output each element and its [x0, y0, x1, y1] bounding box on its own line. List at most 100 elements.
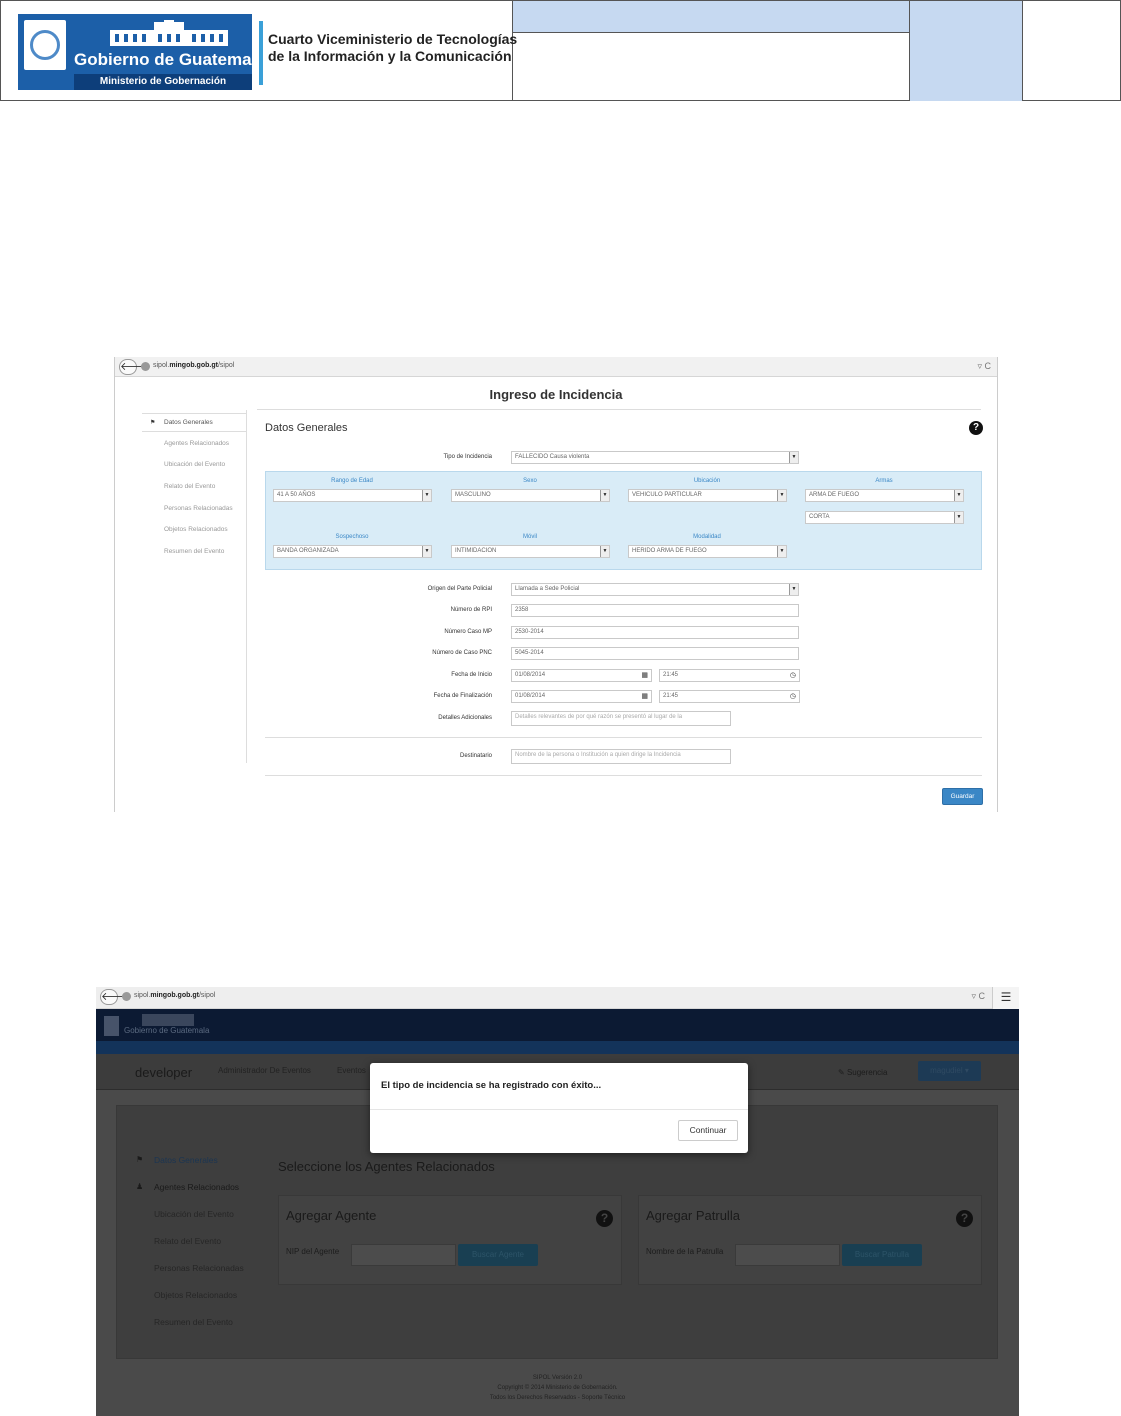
detalles-textarea[interactable]: Detalles relevantes de por qué razón se … [511, 711, 731, 726]
footer-version: SIPOL Versión 2.0 [532, 1375, 583, 1381]
agregar-patrulla-title: Agregar Patrulla [646, 1208, 740, 1223]
patrulla-label: Nombre de la Patrulla [646, 1247, 724, 1256]
select-value: ARMA DE FUEGO [809, 492, 860, 498]
dropdown-arrow-icon: ▼ [600, 490, 609, 501]
modal-message: El tipo de incidencia se ha registrado c… [381, 1080, 602, 1091]
reload-icon[interactable]: ▿ C [971, 991, 985, 1002]
help-icon[interactable]: ? [969, 421, 983, 435]
url-text[interactable]: sipol.mingob.gob.gt/sipol [134, 992, 215, 999]
nav-admin-eventos[interactable]: Administrador De Eventos [218, 1066, 311, 1075]
sidebar-item-ubicacion[interactable]: Ubicación del Evento [154, 1209, 234, 1219]
sexo-head: Sexo [523, 478, 537, 484]
dropdown-arrow-icon: ▼ [777, 490, 786, 501]
sidebar-item-datos-generales[interactable]: ⚑ Datos Generales [142, 413, 247, 432]
fin-date-input[interactable]: 01/08/2014 ▦ [511, 690, 652, 703]
hamburger-menu-icon[interactable]: ☰ [992, 987, 1019, 1009]
sidebar-item-relato[interactable]: Relato del Evento [154, 1236, 221, 1246]
sidebar-item-label: Datos Generales [164, 419, 213, 426]
logo-ministry: Ministerio de Gobernación [74, 74, 252, 90]
armas-tipo-select[interactable]: CORTA ▼ [805, 511, 964, 524]
agentes-heading: Seleccione los Agentes Relacionados [278, 1159, 495, 1174]
sidebar-item-objetos[interactable]: Objetos Relacionados [154, 1290, 237, 1300]
clock-icon[interactable]: ◷ [790, 691, 796, 702]
sidebar-item-datos-generales[interactable]: Datos Generales [154, 1155, 218, 1165]
footer-rights[interactable]: Todos los Derechos Reservados - Soporte … [96, 1395, 1019, 1401]
inicio-date-input[interactable]: 01/08/2014 ▦ [511, 669, 652, 682]
dropdown-arrow-icon: ▼ [422, 546, 431, 557]
sugerencia-link[interactable]: ✎ Sugerencia [838, 1068, 887, 1077]
agregar-patrulla-panel: Agregar Patrulla ? Nombre de la Patrulla… [638, 1195, 982, 1285]
url-text[interactable]: sipol.mingob.gob.gt/sipol [153, 362, 234, 369]
header-cell-code [909, 1, 1022, 101]
fin-time-input[interactable]: 21:45 ◷ [659, 690, 800, 703]
user-icon: ♟ [136, 1182, 144, 1191]
screenshot-ingreso-incidencia: 🡐 sipol.mingob.gob.gt/sipol ▿ C Ingreso … [114, 357, 998, 812]
browser-address-bar: 🡐 sipol.mingob.gob.gt/sipol ▿ C [115, 357, 997, 377]
patrulla-input[interactable] [735, 1244, 840, 1266]
page-title: Ingreso de Incidencia [489, 387, 623, 402]
header-cell-title [512, 1, 909, 33]
clock-icon[interactable]: ◷ [790, 670, 796, 681]
navbar-brand[interactable]: developer [135, 1065, 192, 1080]
back-arrow-icon[interactable]: 🡐 [100, 989, 131, 1005]
sidebar-item-resumen[interactable]: Resumen del Evento [154, 1317, 233, 1327]
footer-copyright: Copyright © 2014 Ministerio de Gobernaci… [497, 1385, 618, 1391]
form-divider-2 [265, 775, 982, 776]
origen-select[interactable]: Llamada a Sede Policial ▼ [511, 583, 799, 596]
form-divider [265, 737, 982, 738]
sospechoso-head: Sospechoso [335, 534, 369, 540]
back-arrow-icon[interactable]: 🡐 [119, 359, 150, 375]
sidebar-item-ubicacion[interactable]: Ubicación del Evento [142, 461, 247, 468]
movil-select[interactable]: INTIMIDACION ▼ [451, 545, 610, 558]
rpi-label: Número de RPI [450, 607, 492, 613]
inicio-time-input[interactable]: 21:45 ◷ [659, 669, 800, 682]
continuar-button[interactable]: Continuar [678, 1120, 738, 1141]
rango-head: Rango de Edad [331, 478, 373, 484]
sospechoso-select[interactable]: BANDA ORGANIZADA ▼ [273, 545, 432, 558]
sidebar: ⚑ Datos Generales Agentes Relacionados Ub… [142, 410, 247, 763]
inicio-label: Fecha de Inicio [451, 672, 492, 678]
nav-eventos[interactable]: Eventos [337, 1066, 366, 1075]
select-value: 41 A 50 AÑOS [277, 492, 316, 498]
calendar-icon[interactable]: ▦ [641, 691, 648, 702]
calendar-icon[interactable]: ▦ [641, 670, 648, 681]
help-icon[interactable]: ? [956, 1210, 973, 1227]
rango-select[interactable]: 41 A 50 AÑOS ▼ [273, 489, 432, 502]
agregar-agente-title: Agregar Agente [286, 1208, 377, 1223]
nip-input[interactable] [351, 1244, 456, 1266]
sidebar-item-agentes[interactable]: Agentes Relacionados [154, 1182, 239, 1192]
help-icon[interactable]: ? [596, 1210, 613, 1227]
vice-line-2: de la Información y la Comunicación [268, 48, 512, 64]
sidebar-item-personas[interactable]: Personas Relacionadas [142, 505, 247, 512]
guardar-button[interactable]: Guardar [942, 788, 983, 805]
modalidad-select[interactable]: HERIDO ARMA DE FUEGO ▼ [628, 545, 787, 558]
ubicacion-head: Ubicación [693, 478, 721, 484]
user-menu-button[interactable]: magudiel ▾ [918, 1061, 981, 1081]
ubicacion-select[interactable]: VEHICULO PARTICULAR ▼ [628, 489, 787, 502]
armas-select[interactable]: ARMA DE FUEGO ▼ [805, 489, 964, 502]
sugerencia-label: Sugerencia [846, 1068, 888, 1077]
pnc-input[interactable]: 5045-2014 [511, 647, 799, 660]
pnc-label: Número de Caso PNC [432, 650, 492, 656]
sidebar-item-personas[interactable]: Personas Relacionadas [154, 1263, 244, 1273]
sexo-select[interactable]: MASCULINO ▼ [451, 489, 610, 502]
mp-input[interactable]: 2530-2014 [511, 626, 799, 639]
banner-strip [96, 1041, 1019, 1054]
header-cell-subtitle [512, 33, 909, 101]
flag-icon: ⚑ [150, 420, 156, 426]
rpi-input[interactable]: 2358 [511, 604, 799, 617]
destinatario-textarea[interactable]: Nombre de la persona o Institución a qui… [511, 749, 731, 764]
buscar-agente-button[interactable]: Buscar Agente [458, 1244, 538, 1266]
sidebar-item-agentes[interactable]: Agentes Relacionados [142, 440, 247, 447]
globe-icon [122, 992, 131, 1001]
sidebar-item-resumen[interactable]: Resumen del Evento [142, 548, 247, 555]
dropdown-arrow-icon: ▼ [954, 490, 963, 501]
reload-icon[interactable]: ▿ C [977, 361, 991, 372]
vice-divider [259, 21, 263, 85]
sidebar-item-relato[interactable]: Relato del Evento [142, 483, 247, 490]
tipo-select[interactable]: FALLECIDO Causa violenta ▼ [511, 451, 799, 464]
agregar-agente-panel: Agregar Agente ? NIP del Agente Buscar A… [278, 1195, 622, 1285]
sidebar-item-objetos[interactable]: Objetos Relacionados [142, 526, 247, 533]
logo-name: Gobierno de Guatemala [74, 50, 266, 69]
buscar-patrulla-button[interactable]: Buscar Patrulla [842, 1244, 922, 1266]
